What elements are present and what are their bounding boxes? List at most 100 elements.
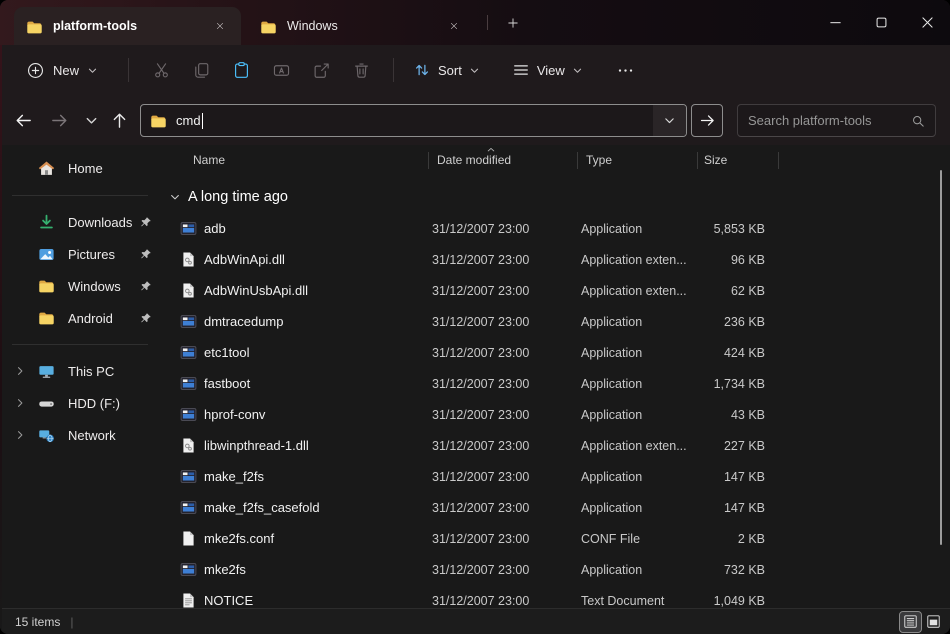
sidebar-divider [12, 195, 148, 196]
sidebar-item[interactable]: HDD (F:) [0, 387, 160, 419]
close-button[interactable] [904, 0, 950, 45]
file-size: 43 KB [692, 408, 773, 422]
sidebar-item[interactable]: This PC [0, 355, 160, 387]
ellipsis-icon [616, 61, 635, 80]
sidebar-tree-group: This PC HDD (F:) Network [0, 355, 160, 451]
file-date-modified: 31/12/2007 23:00 [423, 563, 572, 577]
details-view-button[interactable] [900, 612, 921, 632]
file-row[interactable]: hprof-conv 31/12/2007 23:00 Application … [161, 399, 950, 430]
file-row[interactable]: adb 31/12/2007 23:00 Application 5,853 K… [161, 213, 950, 244]
cut-button[interactable] [141, 52, 181, 88]
file-name: mke2fs.conf [197, 531, 423, 546]
file-name: fastboot [197, 376, 423, 391]
new-button[interactable]: New [18, 55, 106, 86]
sidebar-item[interactable]: Pictures [0, 238, 160, 270]
sidebar-item[interactable]: Downloads [0, 206, 160, 238]
file-name: make_f2fs_casefold [197, 500, 423, 515]
maximize-button[interactable] [858, 0, 904, 45]
share-icon [312, 61, 331, 80]
forward-button[interactable] [42, 103, 76, 137]
back-button[interactable] [6, 103, 40, 137]
file-type-icon [180, 251, 197, 268]
search-placeholder: Search platform-tools [748, 113, 911, 128]
file-row[interactable]: NOTICE 31/12/2007 23:00 Text Document 1,… [161, 585, 950, 608]
chevron-right-icon[interactable] [14, 429, 26, 441]
minimize-icon [827, 14, 844, 31]
column-label: Date modified [437, 153, 511, 167]
share-button[interactable] [301, 52, 341, 88]
file-type-icon [180, 530, 197, 547]
group-header[interactable]: A long time ago [161, 181, 950, 213]
file-row[interactable]: fastboot 31/12/2007 23:00 Application 1,… [161, 368, 950, 399]
new-tab-button[interactable] [503, 13, 523, 33]
column-header-size[interactable]: Size [697, 145, 778, 175]
plus-circle-icon [26, 61, 45, 80]
file-date-modified: 31/12/2007 23:00 [423, 377, 572, 391]
rename-button[interactable] [261, 52, 301, 88]
search-icon[interactable] [911, 114, 925, 128]
sidebar-item[interactable]: Network [0, 419, 160, 451]
file-size: 1,734 KB [692, 377, 773, 391]
file-row[interactable]: dmtracedump 31/12/2007 23:00 Application… [161, 306, 950, 337]
file-type: Application [572, 222, 692, 236]
folder-icon [26, 19, 43, 34]
go-to-button[interactable] [691, 104, 723, 137]
sort-arrows-icon [413, 61, 431, 79]
address-bar[interactable]: cmd [140, 104, 687, 137]
search-box[interactable]: Search platform-tools [737, 104, 936, 137]
minimize-button[interactable] [812, 0, 858, 45]
sidebar-item-label: Pictures [68, 247, 115, 262]
file-date-modified: 31/12/2007 23:00 [423, 222, 572, 236]
column-header-row: Name Date modified Type Size [161, 145, 950, 175]
address-input-value[interactable]: cmd [176, 113, 201, 128]
vertical-scrollbar-thumb[interactable] [940, 170, 943, 545]
file-row[interactable]: make_f2fs 31/12/2007 23:00 Application 1… [161, 461, 950, 492]
file-row[interactable]: make_f2fs_casefold 31/12/2007 23:00 Appl… [161, 492, 950, 523]
sort-button[interactable]: Sort [404, 55, 489, 85]
file-type: Application [572, 470, 692, 484]
column-resize-handle[interactable] [577, 152, 578, 169]
file-type-icon [180, 561, 197, 578]
address-dropdown-button[interactable] [653, 105, 686, 136]
file-explorer-window: platform-tools Windows New [0, 0, 950, 634]
tab-label: Windows [287, 19, 443, 33]
column-resize-handle[interactable] [428, 152, 429, 169]
tab-close-icon[interactable] [209, 15, 231, 37]
chevron-right-icon[interactable] [14, 397, 26, 409]
file-row[interactable]: libwinpthread-1.dll 31/12/2007 23:00 App… [161, 430, 950, 461]
tab-close-icon[interactable] [443, 15, 465, 37]
maximize-icon [873, 14, 890, 31]
file-size: 424 KB [692, 346, 773, 360]
file-row[interactable]: AdbWinUsbApi.dll 31/12/2007 23:00 Applic… [161, 275, 950, 306]
copy-button[interactable] [181, 52, 221, 88]
chevron-right-icon[interactable] [14, 365, 26, 377]
file-row[interactable]: mke2fs 31/12/2007 23:00 Application 732 … [161, 554, 950, 585]
file-name: adb [197, 221, 423, 236]
up-button[interactable] [102, 103, 136, 137]
sidebar-item-icon [38, 395, 55, 412]
column-header-name[interactable]: Name [161, 145, 428, 175]
file-date-modified: 31/12/2007 23:00 [423, 315, 572, 329]
delete-button[interactable] [341, 52, 381, 88]
file-date-modified: 31/12/2007 23:00 [423, 284, 572, 298]
file-row[interactable]: AdbWinApi.dll 31/12/2007 23:00 Applicati… [161, 244, 950, 275]
file-row[interactable]: etc1tool 31/12/2007 23:00 Application 42… [161, 337, 950, 368]
column-resize-handle[interactable] [778, 152, 779, 169]
file-row[interactable]: mke2fs.conf 31/12/2007 23:00 CONF File 2… [161, 523, 950, 554]
see-more-button[interactable] [606, 52, 646, 88]
column-label: Size [704, 153, 727, 167]
column-header-type[interactable]: Type [577, 145, 697, 175]
tab-platform-tools[interactable]: platform-tools [14, 7, 241, 45]
sidebar-item[interactable]: Android [0, 302, 160, 334]
sidebar-item-home[interactable]: Home [0, 151, 160, 185]
file-date-modified: 31/12/2007 23:00 [423, 532, 572, 546]
column-header-date-modified[interactable]: Date modified [428, 145, 577, 175]
paste-button[interactable] [221, 52, 261, 88]
tab-windows[interactable]: Windows [248, 7, 475, 45]
large-thumbnails-view-button[interactable] [923, 612, 944, 632]
file-rows: adb 31/12/2007 23:00 Application 5,853 K… [161, 213, 950, 608]
file-name: AdbWinApi.dll [197, 252, 423, 267]
column-resize-handle[interactable] [697, 152, 698, 169]
view-button[interactable]: View [503, 55, 592, 85]
sidebar-item[interactable]: Windows [0, 270, 160, 302]
